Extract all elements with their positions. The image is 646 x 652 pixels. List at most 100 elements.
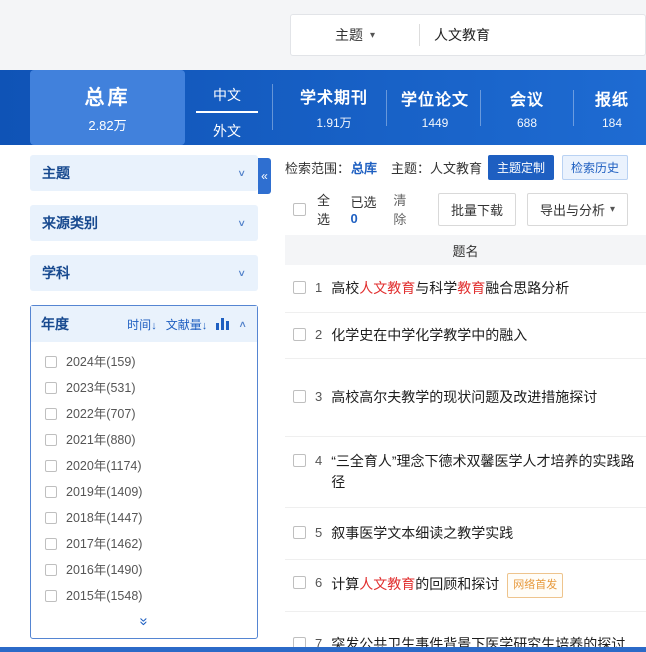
chevron-up-icon[interactable]: ∧ bbox=[238, 319, 247, 330]
selected-count-text: 已选 0 bbox=[351, 192, 383, 226]
row-checkbox[interactable] bbox=[293, 328, 306, 341]
chevron-down-icon: ∨ bbox=[237, 168, 246, 179]
year-checkbox[interactable] bbox=[45, 590, 57, 602]
title-text: 化学史在中学化学教学中的融入 bbox=[331, 327, 527, 343]
bar-chart-icon[interactable] bbox=[216, 318, 229, 330]
filter-section-source-type[interactable]: 来源类别 ∨ bbox=[30, 205, 258, 241]
nav-divider bbox=[573, 90, 574, 126]
double-chevron-down-icon: » bbox=[136, 617, 153, 623]
year-filter-item[interactable]: 2017年(1462) bbox=[31, 531, 257, 557]
year-checkbox[interactable] bbox=[45, 486, 57, 498]
year-filter-item[interactable]: 2020年(1174) bbox=[31, 453, 257, 479]
tab-chinese[interactable]: 中文 bbox=[196, 81, 258, 113]
clear-selection-button[interactable]: 清除 bbox=[393, 190, 416, 228]
row-checkbox[interactable] bbox=[293, 390, 306, 403]
year-list: 2024年(159) 2023年(531) 2022年(707) 2021年(8… bbox=[31, 342, 257, 609]
batch-download-button[interactable]: 批量下载 bbox=[438, 193, 516, 226]
title-text: “三全育人”理念下德术双馨医学人才培养的实践路径 bbox=[331, 453, 634, 490]
search-field-select[interactable]: 主题 ▾ bbox=[291, 25, 419, 45]
sort-down-icon: ↓ bbox=[202, 320, 208, 332]
tab-label: 学位论文 bbox=[401, 86, 469, 110]
year-checkbox[interactable] bbox=[45, 434, 57, 446]
tab-total-library[interactable]: 总库 2.82万 bbox=[30, 70, 185, 145]
result-title-link[interactable]: 叙事医学文本细读之教学实践 bbox=[331, 523, 513, 544]
nav-divider bbox=[272, 84, 273, 130]
tab-newspapers[interactable]: 报纸 184 bbox=[580, 70, 644, 145]
cnki-search-results-page: 主题 ▾ 总库 2.82万 中文 外文 学术期刊 1.91万 学位论文 1449… bbox=[0, 0, 646, 652]
select-all-checkbox[interactable] bbox=[293, 203, 306, 216]
tab-dissertations[interactable]: 学位论文 1449 bbox=[392, 70, 478, 145]
tab-foreign[interactable]: 外文 bbox=[196, 117, 258, 147]
title-text: 叙事医学文本细读之教学实践 bbox=[331, 525, 513, 541]
year-section-label: 年度 bbox=[41, 314, 69, 334]
scope-label: 检索范围： bbox=[285, 158, 350, 177]
result-row: 4 “三全育人”理念下德术双馨医学人才培养的实践路径 bbox=[285, 437, 646, 508]
language-switch: 中文 外文 bbox=[196, 81, 258, 147]
row-checkbox[interactable] bbox=[293, 526, 306, 539]
year-filter-item[interactable]: 2024年(159) bbox=[31, 349, 257, 375]
row-number: 2 bbox=[315, 327, 322, 342]
search-history-button[interactable]: 检索历史 bbox=[562, 155, 628, 180]
expand-more-button[interactable]: » bbox=[31, 609, 257, 638]
year-checkbox[interactable] bbox=[45, 538, 57, 550]
filter-section-label: 来源类别 bbox=[42, 213, 98, 233]
filter-section-subject[interactable]: 主题 ∨ bbox=[30, 155, 258, 191]
highlighted-keyword: 人文教育 bbox=[359, 576, 415, 592]
filter-section-discipline[interactable]: 学科 ∨ bbox=[30, 255, 258, 291]
year-filter-item[interactable]: 2021年(880) bbox=[31, 427, 257, 453]
dropdown-arrow-icon: ▾ bbox=[370, 30, 375, 41]
row-checkbox[interactable] bbox=[293, 576, 306, 589]
year-label: 2019年(1409) bbox=[66, 484, 142, 500]
result-title-link[interactable]: 高校人文教育与科学教育融合思路分析 bbox=[331, 278, 569, 299]
select-all-label[interactable]: 全选 bbox=[317, 190, 340, 228]
result-row: 7 突发公共卫生事件背景下医学研究生培养的探讨 bbox=[285, 612, 646, 652]
nav-divider bbox=[386, 90, 387, 126]
filter-sidebar: 主题 ∨ 来源类别 ∨ 学科 ∨ 年度 时间↓ 文献量↓ ∧ 2024年(159… bbox=[30, 155, 258, 639]
footer-strip bbox=[0, 647, 646, 652]
title-text: 的回顾和探讨 bbox=[415, 576, 499, 592]
search-scope-bar: 检索范围： 总库 主题：人文教育 主题定制 检索历史 bbox=[285, 155, 646, 179]
year-checkbox[interactable] bbox=[45, 512, 57, 524]
year-checkbox[interactable] bbox=[45, 408, 57, 420]
row-checkbox[interactable] bbox=[293, 454, 306, 467]
year-checkbox[interactable] bbox=[45, 356, 57, 368]
scope-value[interactable]: 总库 bbox=[351, 158, 377, 177]
tab-conferences[interactable]: 会议 688 bbox=[487, 70, 567, 145]
topic-customize-button[interactable]: 主题定制 bbox=[488, 155, 554, 180]
row-checkbox[interactable] bbox=[293, 281, 306, 294]
row-number: 3 bbox=[315, 389, 322, 404]
tab-academic-journals[interactable]: 学术期刊 1.91万 bbox=[284, 70, 384, 145]
sort-by-time-button[interactable]: 时间↓ bbox=[127, 316, 157, 333]
year-filter-item[interactable]: 2023年(531) bbox=[31, 375, 257, 401]
result-title-link[interactable]: 高校高尔夫教学的现状问题及改进措施探讨 bbox=[331, 387, 597, 408]
year-filter-item[interactable]: 2019年(1409) bbox=[31, 479, 257, 505]
result-title-link[interactable]: “三全育人”理念下德术双馨医学人才培养的实践路径 bbox=[331, 451, 640, 493]
year-label: 2016年(1490) bbox=[66, 562, 142, 578]
filter-section-label: 学科 bbox=[42, 263, 70, 283]
year-checkbox[interactable] bbox=[45, 382, 57, 394]
search-box: 主题 ▾ bbox=[290, 14, 646, 56]
year-filter-item[interactable]: 2022年(707) bbox=[31, 401, 257, 427]
result-row: 3 高校高尔夫教学的现状问题及改进措施探讨 bbox=[285, 359, 646, 437]
year-label: 2018年(1447) bbox=[66, 510, 142, 526]
nav-divider bbox=[480, 90, 481, 126]
tab-count: 1.91万 bbox=[316, 114, 351, 131]
year-checkbox[interactable] bbox=[45, 564, 57, 576]
year-checkbox[interactable] bbox=[45, 460, 57, 472]
export-analyze-button[interactable]: 导出与分析▾ bbox=[527, 193, 628, 226]
tab-count: 184 bbox=[602, 116, 622, 130]
year-label: 2015年(1548) bbox=[66, 588, 142, 604]
result-title-link[interactable]: 化学史在中学化学教学中的融入 bbox=[331, 325, 527, 346]
result-title-link[interactable]: 计算人文教育的回顾和探讨网络首发 bbox=[331, 573, 563, 598]
year-filter-item[interactable]: 2018年(1447) bbox=[31, 505, 257, 531]
year-filter-item[interactable]: 2015年(1548) bbox=[31, 583, 257, 609]
sort-by-count-button[interactable]: 文献量↓ bbox=[166, 316, 208, 333]
column-header-title[interactable]: 题名 bbox=[285, 235, 646, 265]
search-input[interactable] bbox=[420, 27, 645, 43]
online-first-badge: 网络首发 bbox=[507, 573, 563, 598]
tab-count: 1449 bbox=[422, 116, 449, 130]
filter-section-year: 年度 时间↓ 文献量↓ ∧ 2024年(159) 2023年(531) 2022… bbox=[30, 305, 258, 639]
row-number: 5 bbox=[315, 525, 322, 540]
sidebar-collapse-button[interactable]: « bbox=[258, 158, 271, 194]
year-filter-item[interactable]: 2016年(1490) bbox=[31, 557, 257, 583]
